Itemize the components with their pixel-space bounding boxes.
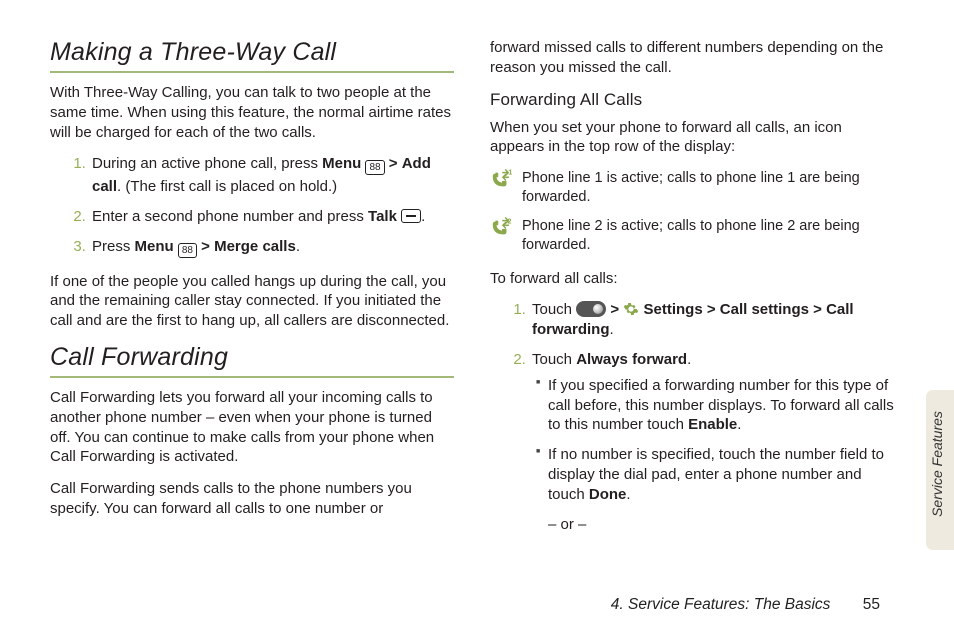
step-1: Touch > Settings > Call settings > Call … xyxy=(530,300,894,340)
rule xyxy=(50,71,454,73)
para: Call Forwarding lets you forward all you… xyxy=(50,388,454,467)
text: . xyxy=(610,321,614,338)
para: forward missed calls to different number… xyxy=(490,38,894,78)
gt-icon: > xyxy=(813,301,822,318)
enable-label: Enable xyxy=(688,416,737,433)
heading-call-fwd: Call Forwarding xyxy=(50,343,454,372)
step-1: During an active phone call, press Menu … xyxy=(90,154,454,197)
rule xyxy=(50,376,454,378)
page-footer: 4. Service Features: The Basics 55 xyxy=(611,596,880,614)
text: Press xyxy=(92,238,135,255)
fwd-line2-text: Phone line 2 is active; calls to phone l… xyxy=(522,217,894,255)
gt-icon: > xyxy=(201,238,210,255)
text: . xyxy=(737,416,741,433)
talk-key-icon xyxy=(401,209,421,223)
talk-label: Talk xyxy=(368,208,397,225)
forward-line1-icon: 1 xyxy=(490,169,512,191)
subhead-fwd-all: Forwarding All Calls xyxy=(490,90,894,110)
step-3: Press Menu 88 > Merge calls. xyxy=(90,237,454,260)
fwd-line2-row: 2 Phone line 2 is active; calls to phone… xyxy=(490,217,894,255)
done-label: Done xyxy=(589,486,627,503)
footer-chapter: 4. Service Features: The Basics xyxy=(611,596,831,613)
step-2: Touch Always forward. If you specified a… xyxy=(530,350,894,534)
text: . xyxy=(296,238,300,255)
merge-calls-label: Merge calls xyxy=(214,238,296,255)
steps-fwd-all: Touch > Settings > Call settings > Call … xyxy=(490,300,894,534)
page-body: Making a Three-Way Call With Three-Way C… xyxy=(0,0,954,546)
gt-icon: > xyxy=(610,301,619,318)
text: Touch xyxy=(532,301,576,318)
right-column: forward missed calls to different number… xyxy=(490,38,894,546)
menu-key-icon: 88 xyxy=(178,240,197,260)
text: Enter a second phone number and press xyxy=(92,208,368,225)
home-pill-icon xyxy=(576,301,606,317)
para: With Three-Way Calling, you can talk to … xyxy=(50,83,454,142)
fwd-icon-list: 1 Phone line 1 is active; calls to phone… xyxy=(490,169,894,254)
text: . (The first call is placed on hold.) xyxy=(117,178,337,195)
settings-gear-icon xyxy=(623,301,639,317)
gt-icon: > xyxy=(707,301,716,318)
para: If one of the people you called hangs up… xyxy=(50,272,454,331)
fwd-line1-row: 1 Phone line 1 is active; calls to phone… xyxy=(490,169,894,207)
bullet-enable: If you specified a forwarding number for… xyxy=(536,376,894,435)
fwd-line1-text: Phone line 1 is active; calls to phone l… xyxy=(522,169,894,207)
para: When you set your phone to forward all c… xyxy=(490,118,894,158)
svg-text:2: 2 xyxy=(507,217,511,225)
gt-icon: > xyxy=(389,155,398,172)
para: Call Forwarding sends calls to the phone… xyxy=(50,479,454,519)
text: . xyxy=(687,351,691,368)
menu-key-icon: 88 xyxy=(365,157,384,177)
bullet-done: If no number is specified, touch the num… xyxy=(536,445,894,504)
sub-bullets: If you specified a forwarding number for… xyxy=(532,376,894,505)
steps-three-way: During an active phone call, press Menu … xyxy=(50,154,454,259)
text: . xyxy=(626,486,630,503)
text: . xyxy=(421,208,425,225)
or-divider: – or – xyxy=(532,515,894,535)
svg-text:1: 1 xyxy=(508,169,512,177)
step-2: Enter a second phone number and press Ta… xyxy=(90,207,454,227)
footer-page-number: 55 xyxy=(863,596,880,613)
text: Touch xyxy=(532,351,576,368)
heading-three-way: Making a Three-Way Call xyxy=(50,38,454,67)
side-tab-label: Service Features xyxy=(929,399,945,529)
forward-line2-icon: 2 xyxy=(490,217,512,239)
menu-label: Menu xyxy=(135,238,174,255)
settings-label: Settings xyxy=(643,301,702,318)
always-forward-label: Always forward xyxy=(576,351,687,368)
call-settings-label: Call settings xyxy=(720,301,809,318)
menu-label: Menu xyxy=(322,155,361,172)
left-column: Making a Three-Way Call With Three-Way C… xyxy=(50,38,454,546)
text: During an active phone call, press xyxy=(92,155,322,172)
para: To forward all calls: xyxy=(490,269,894,289)
